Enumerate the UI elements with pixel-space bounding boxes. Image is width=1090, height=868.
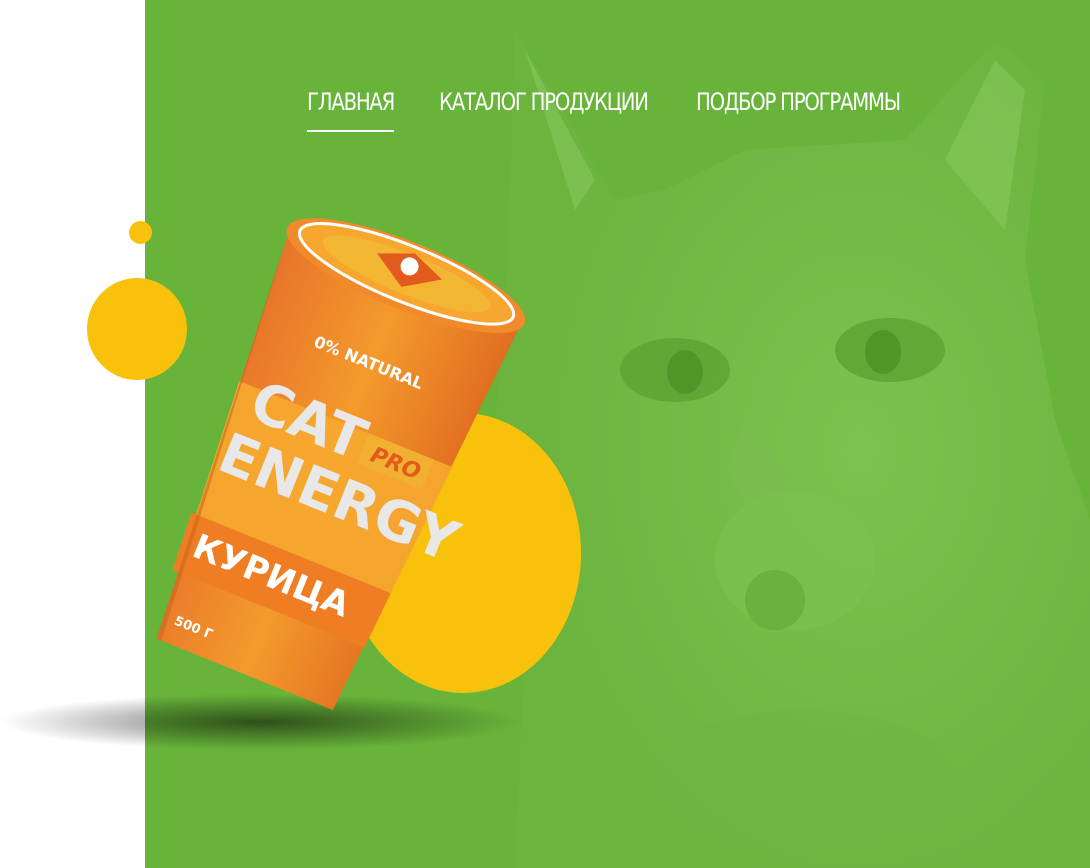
nav-item-home[interactable]: ГЛАВНАЯ (307, 88, 395, 132)
package-shadow (0, 694, 520, 750)
decor-circle-medium (87, 278, 187, 380)
nav-item-catalog[interactable]: КАТАЛОГ ПРОДУКЦИИ (439, 88, 649, 116)
main-nav: ГЛАВНАЯ КАТАЛОГ ПРОДУКЦИИ ПОДБОР ПРОГРАМ… (0, 88, 1090, 138)
decor-circle-small (129, 221, 152, 244)
nav-item-program[interactable]: ПОДБОР ПРОГРАММЫ (696, 88, 901, 116)
